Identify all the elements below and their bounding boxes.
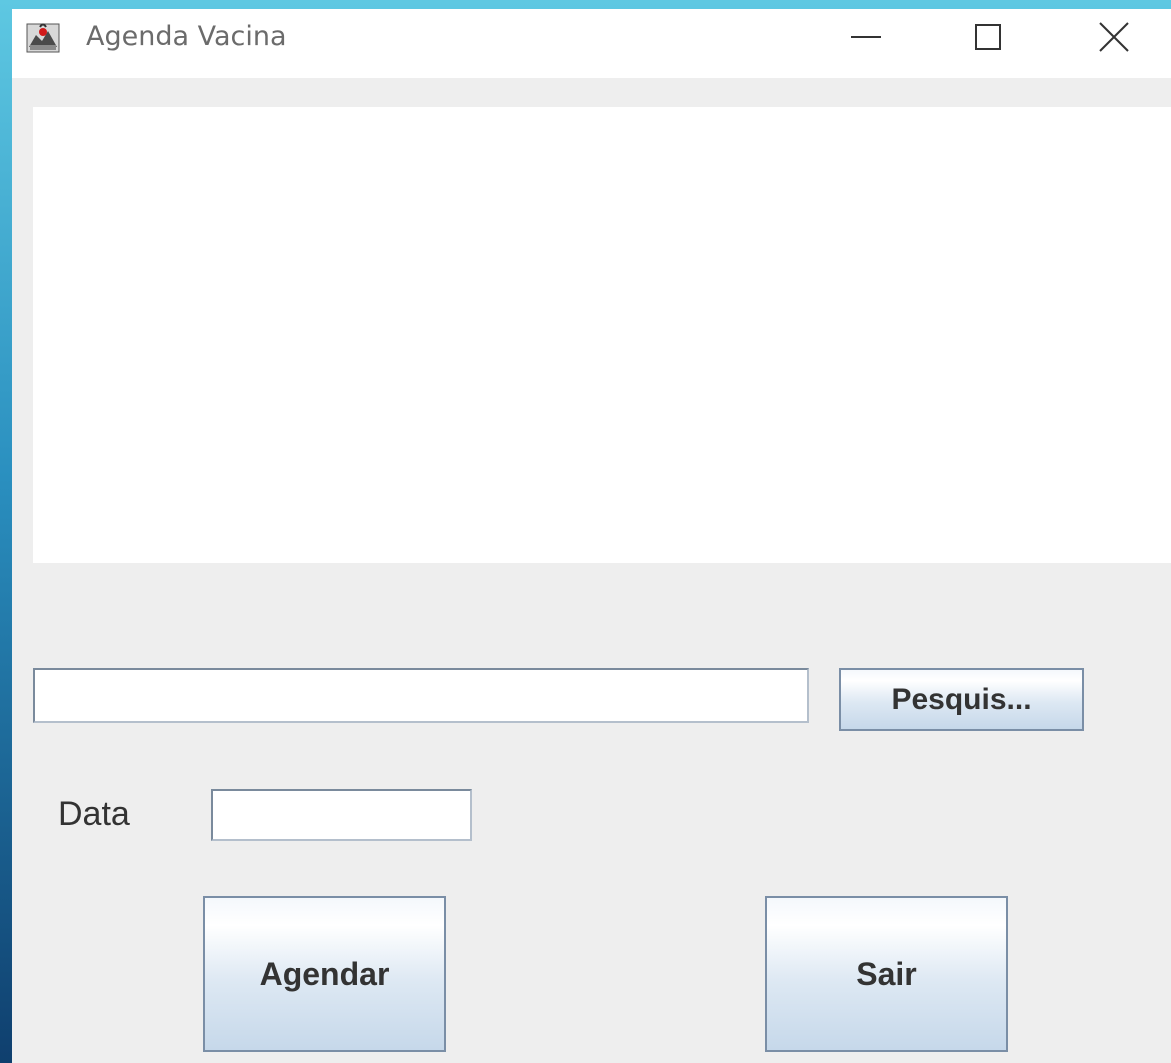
app-window: Agenda Vacina Pesquis... Data Agendar Sa… <box>12 9 1171 1063</box>
maximize-button[interactable] <box>938 9 1038 64</box>
results-list[interactable] <box>33 107 1171 563</box>
minimize-icon <box>851 35 881 39</box>
close-button[interactable] <box>1064 9 1164 64</box>
search-button[interactable]: Pesquis... <box>839 668 1084 731</box>
minimize-button[interactable] <box>816 9 916 64</box>
exit-button[interactable]: Sair <box>765 896 1008 1052</box>
maximize-icon <box>975 23 1001 50</box>
date-input[interactable] <box>211 789 472 841</box>
title-bar[interactable]: Agenda Vacina <box>12 9 1171 78</box>
java-app-icon[interactable] <box>26 21 60 55</box>
date-label: Data <box>58 795 130 833</box>
window-title: Agenda Vacina <box>86 21 287 52</box>
close-icon <box>1099 21 1129 52</box>
schedule-button[interactable]: Agendar <box>203 896 446 1052</box>
search-input[interactable] <box>33 668 809 723</box>
